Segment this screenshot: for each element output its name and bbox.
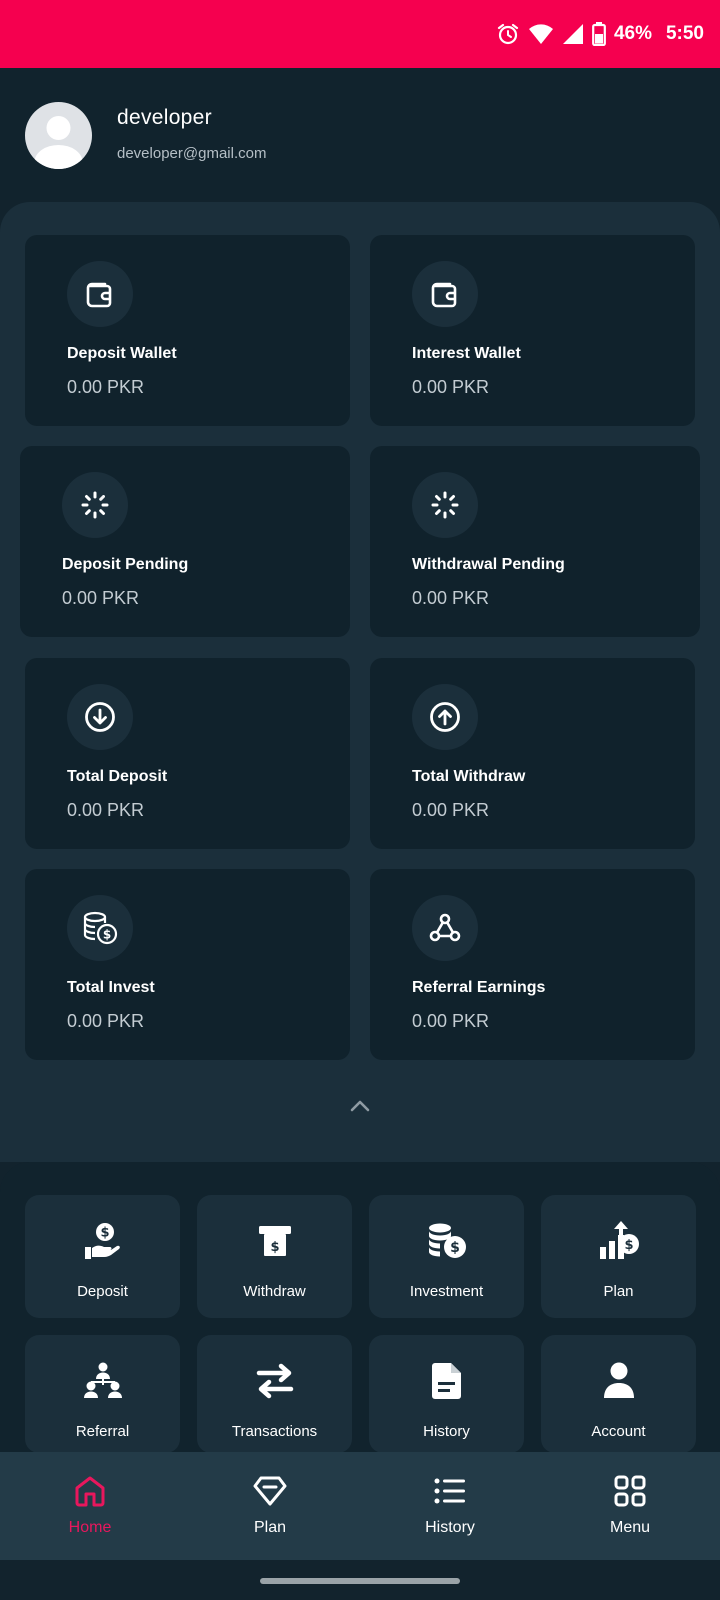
menu-label: Account xyxy=(591,1423,646,1440)
signal-icon xyxy=(562,23,584,45)
menu-investment[interactable]: $ Investment xyxy=(369,1195,524,1318)
document-icon xyxy=(369,1361,524,1401)
menu-plan[interactable]: $ Plan xyxy=(541,1195,696,1318)
card-value: 0.00 PKR xyxy=(67,800,145,820)
nav-label: Plan xyxy=(253,1519,287,1536)
menu-label: Plan xyxy=(603,1283,634,1300)
wallet-icon xyxy=(67,261,133,327)
gesture-area xyxy=(0,1560,720,1600)
hand-dollar-icon: $ xyxy=(25,1221,180,1261)
network-icon xyxy=(412,895,478,961)
card-value: 0.00 PKR xyxy=(412,588,490,608)
svg-text:$: $ xyxy=(624,1238,633,1253)
referral-earnings-card[interactable]: Referral Earnings 0.00 PKR xyxy=(370,869,695,1060)
wifi-icon xyxy=(528,23,554,45)
svg-text:$: $ xyxy=(450,1240,460,1256)
menu-label: Referral xyxy=(75,1423,130,1440)
grid-icon xyxy=(540,1474,720,1508)
battery-icon xyxy=(592,22,606,46)
menu-account[interactable]: Account xyxy=(541,1335,696,1453)
list-icon xyxy=(360,1474,540,1508)
card-title: Withdrawal Pending xyxy=(412,556,565,573)
coins-dollar-icon: $ xyxy=(369,1221,524,1261)
card-value: 0.00 PKR xyxy=(62,588,140,608)
atm-icon: $ xyxy=(197,1221,352,1261)
nav-label: Menu xyxy=(609,1519,651,1536)
total-withdraw-card[interactable]: Total Withdraw 0.00 PKR xyxy=(370,658,695,849)
card-value: 0.00 PKR xyxy=(67,1011,145,1031)
nav-home[interactable]: Home xyxy=(0,1452,180,1560)
card-value: 0.00 PKR xyxy=(412,1011,490,1031)
nav-menu[interactable]: Menu xyxy=(540,1452,720,1560)
card-title: Total Deposit xyxy=(67,768,168,785)
diamond-icon xyxy=(180,1474,360,1508)
card-value: 0.00 PKR xyxy=(412,800,490,820)
menu-label: Investment xyxy=(409,1283,484,1300)
svg-text:$: $ xyxy=(100,1226,109,1241)
withdrawal-pending-card[interactable]: Withdrawal Pending 0.00 PKR xyxy=(370,446,700,637)
battery-percent: 46% xyxy=(613,23,652,44)
card-value: 0.00 PKR xyxy=(67,377,145,397)
nav-plan[interactable]: Plan xyxy=(180,1452,360,1560)
status-bar: 46% 5:50 xyxy=(0,0,720,68)
menu-label: Deposit xyxy=(77,1283,128,1300)
total-deposit-card[interactable]: Total Deposit 0.00 PKR xyxy=(25,658,350,849)
card-title: Deposit Wallet xyxy=(67,345,177,362)
card-title: Total Withdraw xyxy=(412,768,526,785)
card-title: Referral Earnings xyxy=(412,979,546,996)
growth-chart-icon: $ xyxy=(541,1221,696,1261)
nav-label: History xyxy=(425,1519,475,1536)
spinner-icon xyxy=(62,472,128,538)
interest-wallet-card[interactable]: Interest Wallet 0.00 PKR xyxy=(370,235,695,426)
clock: 5:50 xyxy=(665,23,704,44)
menu-withdraw[interactable]: $ Withdraw xyxy=(197,1195,352,1318)
nav-label: Home xyxy=(68,1519,112,1536)
menu-history[interactable]: History xyxy=(369,1335,524,1453)
deposit-wallet-card[interactable]: Deposit Wallet 0.00 PKR xyxy=(25,235,350,426)
alarm-icon xyxy=(496,22,520,46)
home-icon xyxy=(0,1474,180,1508)
profile-email: developer@gmail.com xyxy=(117,145,267,162)
svg-text:$: $ xyxy=(103,928,111,942)
coins-dollar-icon: $ xyxy=(67,895,133,961)
menu-label: Withdraw xyxy=(243,1283,306,1300)
card-title: Total Invest xyxy=(67,979,155,996)
menu-label: Transactions xyxy=(231,1423,318,1440)
card-value: 0.00 PKR xyxy=(412,377,490,397)
menu-transactions[interactable]: Transactions xyxy=(197,1335,352,1453)
user-avatar-icon[interactable] xyxy=(25,102,92,169)
profile-name: developer xyxy=(117,106,212,129)
total-invest-card[interactable]: $ Total Invest 0.00 PKR xyxy=(25,869,350,1060)
menu-deposit[interactable]: $ Deposit xyxy=(25,1195,180,1318)
card-title: Deposit Pending xyxy=(62,556,189,573)
user-icon xyxy=(541,1361,696,1401)
bottom-navigation: Home Plan History Menu xyxy=(0,1452,720,1560)
nav-history[interactable]: History xyxy=(360,1452,540,1560)
chevron-up-icon[interactable] xyxy=(348,1098,372,1114)
menu-referral[interactable]: Referral xyxy=(25,1335,180,1453)
svg-text:$: $ xyxy=(270,1240,279,1255)
deposit-pending-card[interactable]: Deposit Pending 0.00 PKR xyxy=(20,446,350,637)
spinner-icon xyxy=(412,472,478,538)
menu-label: History xyxy=(423,1423,470,1440)
exchange-icon xyxy=(197,1361,352,1401)
wallet-icon xyxy=(412,261,478,327)
card-title: Interest Wallet xyxy=(412,345,521,362)
profile-header: developer developer@gmail.com xyxy=(0,68,720,200)
arrow-up-circle-icon xyxy=(412,684,478,750)
arrow-down-circle-icon xyxy=(67,684,133,750)
gesture-handle[interactable] xyxy=(260,1578,460,1584)
team-icon xyxy=(25,1361,180,1401)
